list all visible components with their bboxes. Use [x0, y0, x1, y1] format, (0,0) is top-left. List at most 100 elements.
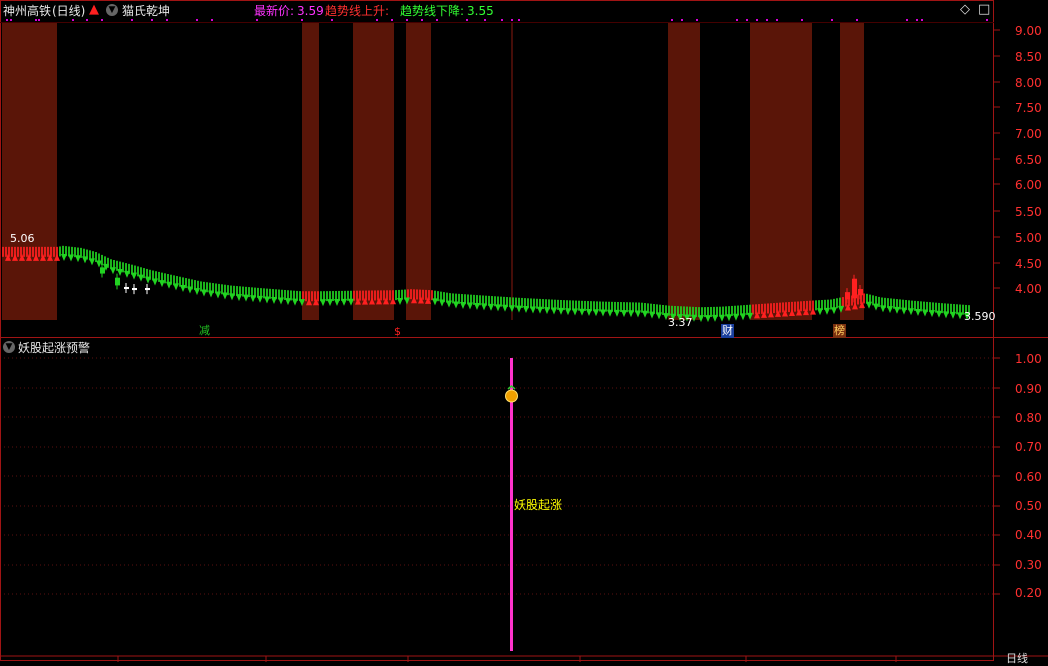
down-arrow-mark	[159, 280, 165, 288]
candle-body	[100, 267, 105, 274]
down-arrow-mark	[537, 306, 543, 314]
top-dot	[696, 19, 698, 21]
top-dot	[671, 19, 673, 21]
sub-scale-label: 0.20	[1015, 586, 1042, 600]
ribbon-band	[779, 302, 781, 313]
candle-body	[145, 288, 150, 291]
down-arrow-mark	[495, 304, 501, 312]
down-arrow-mark	[530, 306, 536, 314]
ribbon-band	[800, 301, 802, 312]
down-arrow-mark	[712, 314, 718, 322]
candle-body	[132, 288, 137, 291]
down-arrow-mark	[341, 298, 347, 306]
indicator-name[interactable]: 猫氏乾坤	[122, 4, 170, 18]
ribbon-band	[758, 304, 760, 315]
down-arrow-mark	[257, 295, 263, 303]
top-dot	[301, 19, 303, 21]
ribbon-band	[11, 246, 13, 257]
ribbon-band	[794, 301, 796, 312]
dropdown-icon[interactable]: ▼	[106, 4, 118, 16]
down-arrow-mark	[460, 301, 466, 309]
top-dot	[101, 19, 103, 21]
ribbon-band	[416, 289, 418, 300]
down-arrow-mark	[915, 308, 921, 316]
top-dot	[421, 19, 423, 21]
ribbon-band	[803, 301, 805, 312]
down-arrow-mark	[180, 284, 186, 292]
top-dot	[256, 19, 258, 21]
top-dot	[831, 19, 833, 21]
down-arrow-mark	[271, 296, 277, 304]
scale-label: 7.00	[1015, 127, 1042, 141]
down-arrow-mark	[145, 276, 151, 284]
ribbon-band	[422, 289, 424, 300]
down-arrow-mark	[880, 305, 886, 313]
down-arrow-mark	[586, 309, 592, 317]
candle-body	[115, 277, 120, 286]
shaded-zone	[750, 22, 812, 320]
sub-dropdown-icon[interactable]: ▼	[3, 341, 15, 353]
up-arrow-icon[interactable]: ▲	[89, 3, 99, 17]
down-arrow-mark	[61, 254, 67, 262]
down-arrow-mark	[222, 292, 228, 300]
top-dot	[916, 19, 918, 21]
down-arrow-mark	[187, 286, 193, 294]
scale-label: 8.50	[1015, 50, 1042, 64]
top-dot	[518, 19, 520, 21]
sub-panel-title[interactable]: 妖股起涨预警	[18, 341, 90, 355]
down-arrow-mark	[901, 307, 907, 315]
ribbon-band	[773, 303, 775, 314]
square-icon[interactable]: □	[978, 3, 990, 17]
period-label: (日线)	[52, 4, 86, 18]
down-arrow-mark	[887, 306, 893, 314]
top-dot	[86, 19, 88, 21]
down-arrow-mark	[614, 309, 620, 317]
bottom-period-tab[interactable]: 日线	[1006, 652, 1028, 666]
top-dot	[681, 19, 683, 21]
ribbon-band	[878, 296, 880, 307]
shaded-zone	[353, 22, 394, 320]
down-arrow-mark	[824, 307, 830, 315]
down-arrow-mark	[124, 270, 130, 278]
down-arrow-mark	[922, 309, 928, 317]
shaded-zone	[406, 22, 431, 320]
top-dot	[331, 19, 333, 21]
shaded-zone	[840, 22, 864, 320]
down-arrow-mark	[467, 302, 473, 310]
chart-canvas	[0, 0, 1048, 662]
sub-scale-label: 0.60	[1015, 470, 1042, 484]
down-arrow-mark	[719, 314, 725, 322]
top-dot	[406, 19, 408, 21]
diamond-icon[interactable]: ◇	[960, 3, 970, 17]
trend-up-label: 趋势线上升:	[325, 4, 390, 18]
down-arrow-mark	[866, 301, 872, 309]
top-dot	[801, 19, 803, 21]
down-arrow-mark	[831, 307, 837, 315]
top-dot	[72, 19, 74, 21]
down-arrow-mark	[509, 305, 515, 313]
down-arrow-mark	[82, 256, 88, 264]
down-arrow-mark	[600, 309, 606, 317]
down-arrow-mark	[544, 307, 550, 315]
ribbon-band	[788, 302, 790, 313]
candle-body	[858, 289, 863, 296]
down-arrow-mark	[558, 307, 564, 315]
scale-label: 4.00	[1015, 282, 1042, 296]
top-dot	[766, 19, 768, 21]
top-dot	[35, 19, 37, 21]
sub-scale-label: 0.50	[1015, 499, 1042, 513]
down-arrow-mark	[943, 311, 949, 319]
ribbon-band	[857, 294, 859, 305]
ribbon-band	[59, 246, 61, 257]
sub-scale-label: 0.30	[1015, 558, 1042, 572]
shaded-zone	[668, 22, 700, 320]
top-dot	[38, 19, 40, 21]
down-arrow-mark	[243, 294, 249, 302]
down-arrow-mark	[894, 306, 900, 314]
ribbon-band	[836, 298, 838, 309]
top-dot	[436, 19, 438, 21]
down-arrow-mark	[740, 313, 746, 321]
down-arrow-mark	[194, 288, 200, 296]
top-dot	[131, 19, 133, 21]
scale-label: 5.50	[1015, 205, 1042, 219]
